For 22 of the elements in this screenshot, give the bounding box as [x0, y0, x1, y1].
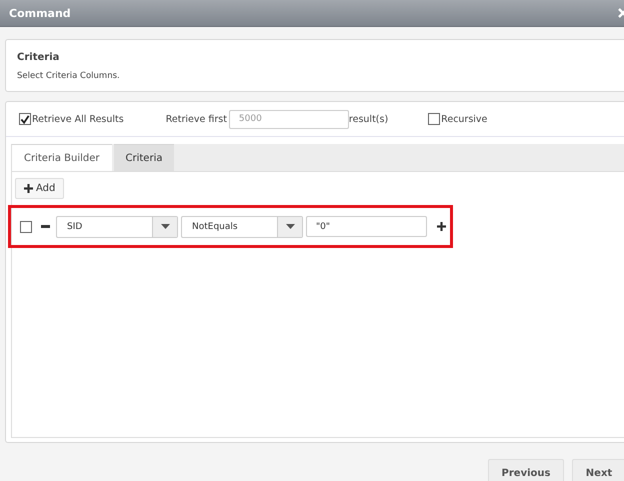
- plus-icon[interactable]: [437, 222, 446, 231]
- window-title: Command: [9, 6, 71, 20]
- check-icon: [20, 114, 30, 124]
- recursive-checkbox[interactable]: Recursive: [428, 113, 488, 125]
- section-title: Criteria: [17, 52, 60, 63]
- row-checkbox[interactable]: [20, 220, 32, 232]
- close-icon[interactable]: [618, 8, 624, 18]
- tab[interactable]: Criteria Builder: [11, 144, 112, 171]
- field-dropdown[interactable]: SID: [56, 216, 178, 238]
- caret-icon: [286, 224, 294, 229]
- value-field[interactable]: "0": [306, 216, 427, 237]
- results-suffix: result(s): [348, 114, 388, 124]
- retrieve-all-checkbox[interactable]: Retrieve All Results: [19, 113, 124, 125]
- nav-button[interactable]: Previous: [488, 459, 564, 481]
- operator-dropdown[interactable]: NotEquals: [181, 216, 303, 238]
- tab[interactable]: Criteria: [114, 144, 174, 171]
- caret-icon: [160, 224, 170, 229]
- nav-button[interactable]: Next: [572, 459, 624, 481]
- section-subtitle: Select Criteria Columns.: [17, 71, 121, 81]
- add-button[interactable]: Add: [15, 178, 64, 199]
- plus-icon: [24, 184, 33, 193]
- retrieve-first-label: Retrieve first: [166, 114, 227, 124]
